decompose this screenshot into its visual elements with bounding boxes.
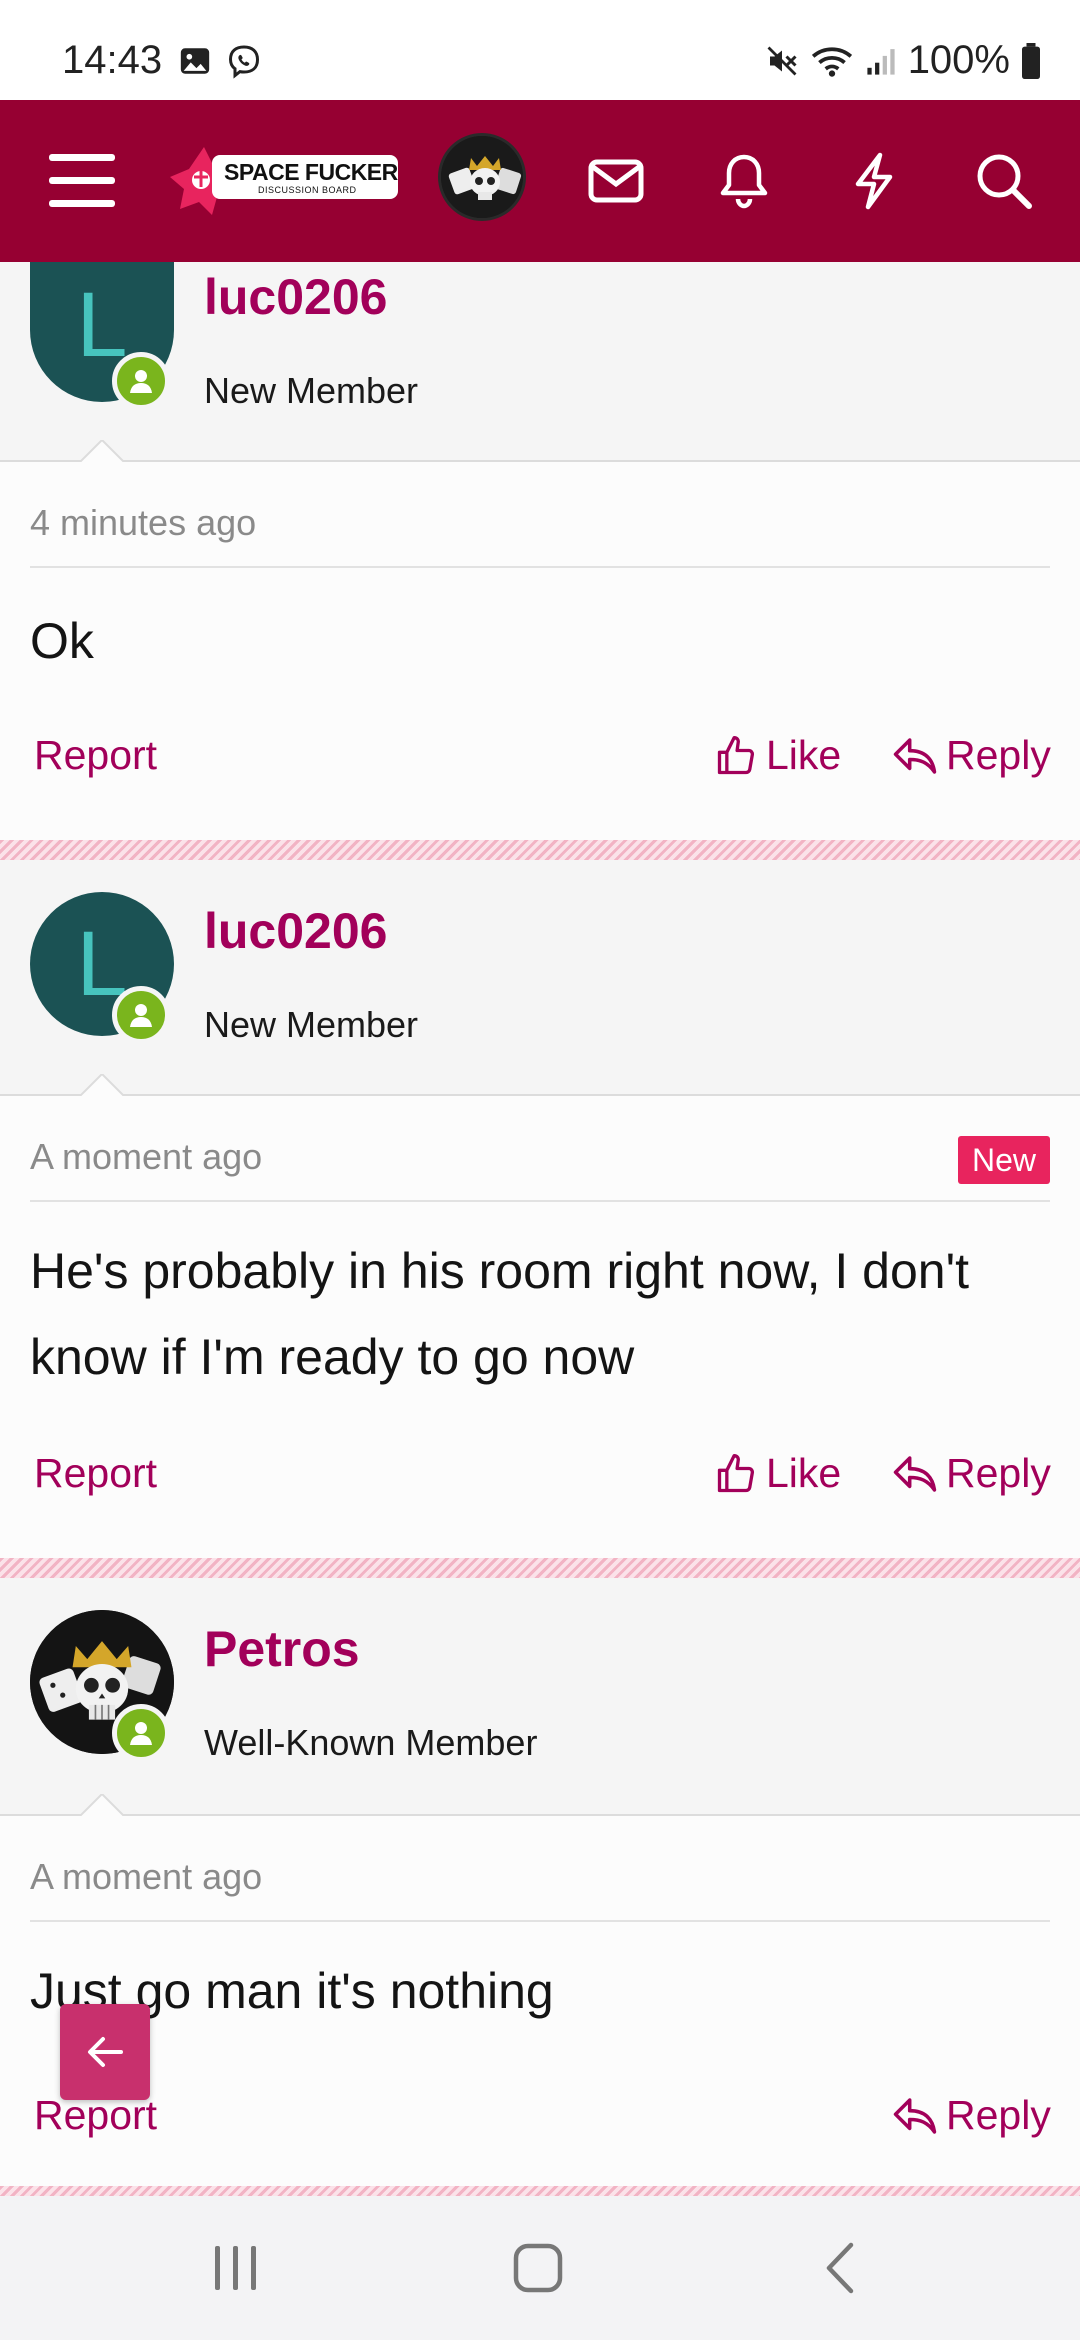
arrow-left-icon (88, 2037, 123, 2067)
menu-button[interactable] (30, 100, 134, 262)
status-bar: 14:43 100% (0, 0, 1080, 100)
pointer-arrow (78, 1074, 126, 1098)
mail-icon (588, 159, 644, 203)
inbox-button[interactable] (560, 100, 672, 262)
new-badge: New (957, 1136, 1050, 1184)
pointer-arrow (78, 440, 126, 464)
post-separator (0, 1558, 1080, 1578)
back-icon (826, 2242, 854, 2294)
recents-button[interactable] (156, 2196, 316, 2340)
post-body: A moment ago Just go man it's nothing Re… (0, 1816, 1080, 2196)
menu-icon (49, 154, 115, 207)
account-avatar[interactable] (438, 133, 526, 221)
back-button[interactable] (760, 2196, 920, 2340)
bell-icon (720, 154, 768, 209)
post-text: Ok (30, 613, 94, 669)
signal-icon (867, 48, 895, 75)
user-title: Well-Known Member (204, 1722, 538, 1763)
pointer-arrow (78, 1794, 126, 1818)
scroll-back-button[interactable] (60, 2004, 150, 2100)
post-body: 4 minutes ago Ok Report Like Reply (0, 462, 1080, 840)
lightning-icon (855, 152, 893, 210)
reply-icon (893, 737, 937, 774)
username[interactable]: luc0206 (204, 268, 387, 326)
wifi-icon (811, 46, 852, 77)
post-text: He's probably in his room right now, I d… (30, 1243, 970, 1385)
gallery-icon (180, 48, 210, 74)
thumbs-up-icon (717, 735, 755, 774)
search-button[interactable] (948, 100, 1060, 262)
reply-button[interactable]: Reply (892, 1450, 1051, 1497)
whats-new-button[interactable] (818, 100, 930, 262)
status-time: 14:43 (62, 38, 163, 82)
online-status-icon (112, 1704, 170, 1762)
report-button[interactable]: Report (34, 1450, 157, 1497)
recents-icon (215, 2246, 256, 2290)
home-icon (513, 2243, 563, 2293)
reply-button[interactable]: Reply (892, 2092, 1051, 2139)
reply-button[interactable]: Reply (892, 732, 1051, 779)
logo-subtitle: DISCUSSION BOARD (258, 185, 357, 195)
alerts-button[interactable] (688, 100, 800, 262)
like-button[interactable]: Like (714, 1450, 841, 1497)
post-user-header: L luc0206 New Member (0, 262, 1080, 464)
online-status-icon (112, 986, 170, 1044)
mute-icon (767, 46, 797, 75)
post-separator (0, 2186, 1080, 2196)
post-user-header: Petros Well-Known Member (0, 1578, 1080, 1818)
logo-title: SPACE FUCKER (224, 159, 398, 185)
post-body: A moment ago New He's probably in his ro… (0, 1096, 1080, 1558)
system-nav-bar (0, 2196, 1080, 2340)
user-title: New Member (204, 1004, 419, 1045)
post-time[interactable]: A moment ago (30, 1856, 262, 1898)
post-separator (0, 840, 1080, 860)
online-status-icon (112, 352, 170, 410)
battery-icon (1022, 42, 1040, 79)
reply-icon (893, 1455, 937, 1492)
report-button[interactable]: Report (34, 732, 157, 779)
post-time[interactable]: A moment ago (30, 1136, 262, 1178)
site-logo[interactable]: SPACE FUCKER DISCUSSION BOARD (168, 145, 400, 217)
thumbs-up-icon (717, 1453, 755, 1492)
post-time[interactable]: 4 minutes ago (30, 502, 256, 544)
like-button[interactable]: Like (714, 732, 841, 779)
post-text: Just go man it's nothing (30, 1963, 554, 2019)
app-header: SPACE FUCKER DISCUSSION BOARD (0, 100, 1080, 262)
search-icon (977, 154, 1032, 209)
battery-percent: 100% (907, 38, 1010, 82)
user-title: New Member (204, 370, 419, 411)
username[interactable]: Petros (204, 1620, 360, 1678)
home-button[interactable] (458, 2196, 618, 2340)
viber-icon (228, 45, 260, 79)
reply-icon (893, 2097, 937, 2134)
post-user-header: L luc0206 New Member (0, 860, 1080, 1098)
username[interactable]: luc0206 (204, 902, 387, 960)
